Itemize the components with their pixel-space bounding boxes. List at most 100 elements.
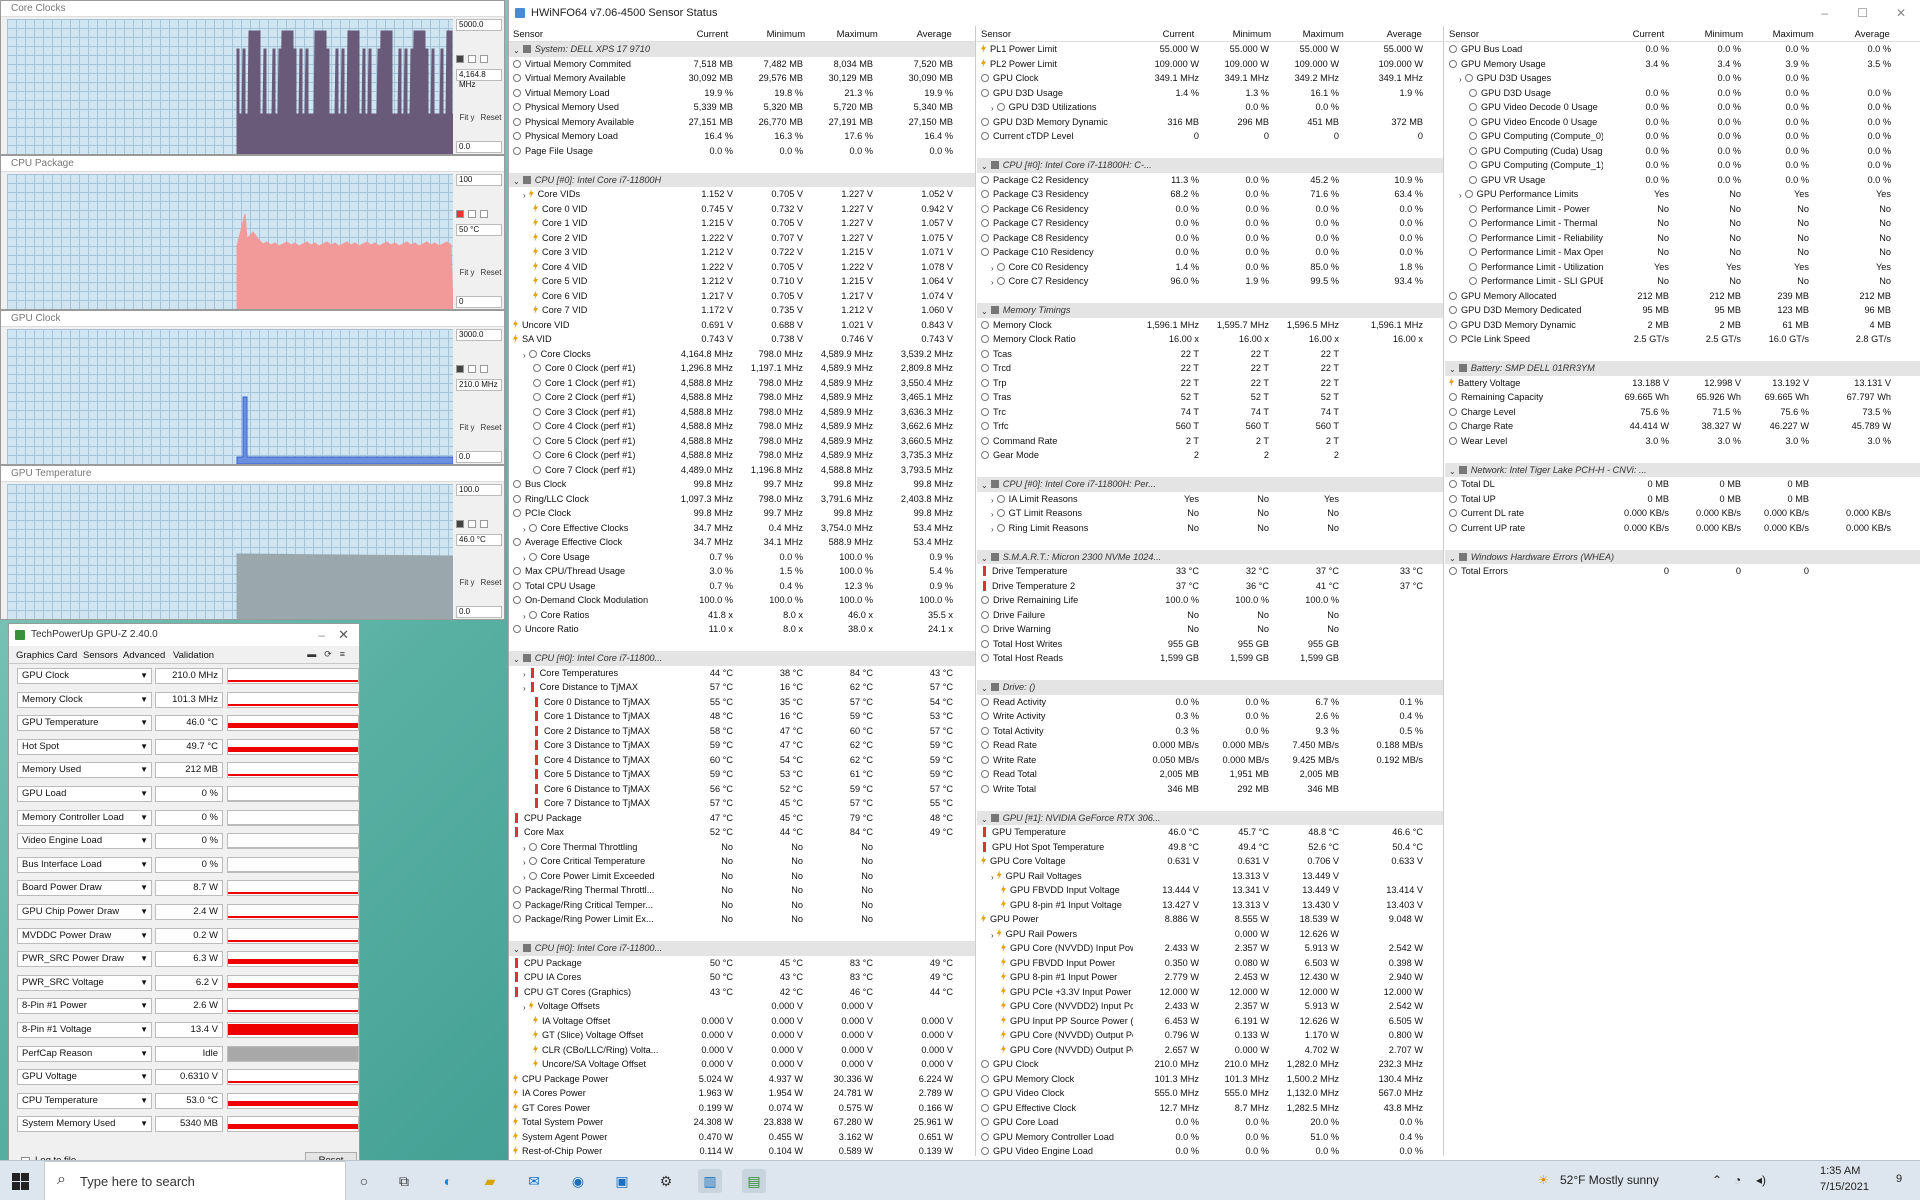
graph-color-swatch[interactable] — [480, 210, 488, 218]
taskbar-search[interactable]: ⌕ Type here to search — [44, 1161, 346, 1200]
sensor-group-header[interactable]: ⌄ Network: Intel Tiger Lake PCH-H - CNVi:… — [1445, 462, 1920, 477]
task-view-icon[interactable]: ⧉ — [392, 1169, 416, 1193]
sensor-row[interactable]: Tcas 22 T 22 T 22 T — [977, 347, 1443, 362]
sensor-row[interactable]: GT Cores Power 0.199 W 0.074 W 0.575 W 0.166… — [509, 1101, 975, 1116]
sensor-row[interactable]: Core 3 Clock (perf #1) 4,588.8 MHz 798.0 M… — [509, 405, 975, 420]
sensor-row[interactable]: › GPU D3D Utilizations 0.0 % 0.0 % — [977, 100, 1443, 115]
sensor-group-header[interactable]: ⌄ System: DELL XPS 17 9710 — [509, 42, 975, 57]
chevron-down-icon[interactable]: ▼ — [140, 693, 148, 707]
sensor-row[interactable]: › GT Limit Reasons No No No — [977, 506, 1443, 521]
mail-icon[interactable]: ✉ — [522, 1169, 546, 1193]
sensor-group-header[interactable]: ⌄ Drive: () — [977, 680, 1443, 695]
sensor-row[interactable]: GPU Core (NVVDD) Output Po... 2.657 W 0.00… — [977, 1043, 1443, 1058]
sensor-row[interactable]: Performance Limit - Power No No No No — [1445, 202, 1920, 217]
sensor-row[interactable]: Read Total 2,005 MB 1,951 MB 2,005 MB — [977, 767, 1443, 782]
header-minimum[interactable]: Minimum — [767, 29, 806, 40]
sensor-row[interactable]: GPU 8-pin #1 Input Power 2.779 W 2.453 W 12… — [977, 970, 1443, 985]
sensor-row[interactable]: Core 1 Clock (perf #1) 4,588.8 MHz 798.0 M… — [509, 376, 975, 391]
sensor-group-header[interactable]: ⌄ GPU [#1]: NVIDIA GeForce RTX 306... — [977, 810, 1443, 825]
fit-y-button[interactable]: Fit y — [456, 576, 478, 590]
sensor-row[interactable]: GPU D3D Usage 1.4 % 1.3 % 16.1 % 1.9 % — [977, 86, 1443, 101]
tray-overflow-icon[interactable]: ⌃ — [1712, 1173, 1722, 1187]
header-maximum[interactable]: Maximum — [1773, 29, 1814, 40]
sensor-row[interactable]: Core 4 Clock (perf #1) 4,588.8 MHz 798.0 M… — [509, 419, 975, 434]
reset-graph-button[interactable]: Reset — [480, 111, 502, 125]
sensor-row[interactable]: Total System Power 24.308 W 23.838 W 67.280… — [509, 1115, 975, 1130]
sensor-row[interactable]: Core 5 Clock (perf #1) 4,588.8 MHz 798.0 M… — [509, 434, 975, 449]
sensor-row[interactable]: GPU Video Encode 0 Usage 0.0 % 0.0 % 0.0 % 0… — [1445, 115, 1920, 130]
sensor-row[interactable]: › Core Power Limit Exceeded No No No — [509, 869, 975, 884]
sensor-row[interactable]: GPU Bus Load 0.0 % 0.0 % 0.0 % 0.0 % — [1445, 42, 1920, 57]
sensor-group-header[interactable]: ⌄ CPU [#0]: Intel Core i7-11800... — [509, 651, 975, 666]
sensor-row[interactable]: GPU Clock 349.1 MHz 349.1 MHz 349.2 MHz 349.… — [977, 71, 1443, 86]
sensor-row[interactable]: Core 5 Distance to TjMAX 59 °C 53 °C 61 °C 5… — [509, 767, 975, 782]
sensor-name[interactable]: PWR_SRC Power Draw ▼ — [17, 951, 152, 968]
sensor-row[interactable]: Page File Usage 0.0 % 0.0 % 0.0 % 0.0 % — [509, 144, 975, 159]
sensor-row[interactable]: CPU Package 47 °C 45 °C 79 °C 48 °C — [509, 811, 975, 826]
sensor-row[interactable]: Trp 22 T 22 T 22 T — [977, 376, 1443, 391]
graph-color-swatch[interactable] — [480, 365, 488, 373]
chevron-down-icon[interactable]: ▼ — [140, 1117, 148, 1131]
sensor-row[interactable]: Drive Warning No No No — [977, 622, 1443, 637]
chevron-down-icon[interactable]: ▼ — [140, 858, 148, 872]
sensor-row[interactable]: PL2 Power Limit 109.000 W 109.000 W 109.000… — [977, 57, 1443, 72]
graph-color-swatch[interactable] — [456, 365, 464, 373]
sensor-row[interactable]: GPU Clock 210.0 MHz 210.0 MHz 1,282.0 MHz 23… — [977, 1057, 1443, 1072]
graph-title[interactable]: Core Clocks — [1, 1, 504, 17]
sensor-row[interactable]: IA Cores Power 1.963 W 1.954 W 24.781 W 2.78… — [509, 1086, 975, 1101]
graph-color-swatch[interactable] — [480, 55, 488, 63]
sensor-row[interactable]: Drive Temperature 2 37 °C 36 °C 41 °C 37 °C — [977, 579, 1443, 594]
sensor-row[interactable]: Rest-of-Chip Power 0.114 W 0.104 W 0.589 W0… — [509, 1144, 975, 1156]
sensor-row[interactable]: Total Errors 0 0 0 — [1445, 564, 1920, 579]
reset-graph-button[interactable]: Reset — [480, 421, 502, 435]
sensor-group-header[interactable]: ⌄ Memory Timings — [977, 303, 1443, 318]
sensor-row[interactable]: IA Voltage Offset 0.000 V 0.000 V 0.000 V 0.… — [509, 1014, 975, 1029]
gpuz-toolbar-icons[interactable]: ▬⟳≡ — [307, 649, 353, 660]
weather-text[interactable]: 52°F Mostly sunny — [1560, 1173, 1659, 1187]
sensor-row[interactable]: Command Rate 2 T2 T2 T — [977, 434, 1443, 449]
sensor-row[interactable]: › GPU Rail Powers 0.000 W 12.626 W — [977, 927, 1443, 942]
sensor-row[interactable]: Total Host Reads 1,599 GB 1,599 GB 1,599 GB — [977, 651, 1443, 666]
sensor-row[interactable]: GPU FBVDD Input Power 0.350 W 0.080 W 6.503… — [977, 956, 1443, 971]
sensor-row[interactable]: › Core Clocks 4,164.8 MHz 798.0 MHz 4,589.9 … — [509, 347, 975, 362]
sensor-row[interactable]: Write Activity 0.3 % 0.0 % 2.6 % 0.4 % — [977, 709, 1443, 724]
sensor-row[interactable]: GPU D3D Memory Dynamic 2 MB 2 MB 61 MB 4 MB — [1445, 318, 1920, 333]
sensor-row[interactable]: GPU Hot Spot Temperature 49.8 °C 49.4 °C 52… — [977, 840, 1443, 855]
sensor-row[interactable]: Read Rate 0.000 MB/s 0.000 MB/s 7.450 MB/s 0… — [977, 738, 1443, 753]
sensor-row[interactable]: Read Activity 0.0 % 0.0 % 6.7 % 0.1 % — [977, 695, 1443, 710]
header-average[interactable]: Average — [917, 29, 952, 40]
sensor-group-header[interactable]: ⌄ CPU [#0]: Intel Core i7-11800H: C-... — [977, 158, 1443, 173]
sensor-row[interactable]: Physical Memory Load 16.4 % 16.3 % 17.6 % 16… — [509, 129, 975, 144]
sensor-row[interactable]: Core 1 VID 1.215 V 0.705 V 1.227 V 1.057 V — [509, 216, 975, 231]
sensor-row[interactable]: Core 2 Distance to TjMAX 58 °C 47 °C 60 °C 5… — [509, 724, 975, 739]
sensor-row[interactable]: Virtual Memory Available 30,092 MB 29,576 … — [509, 71, 975, 86]
sensor-row[interactable]: › Core Effective Clocks 34.7 MHz 0.4 MHz 3,7… — [509, 521, 975, 536]
sensor-row[interactable]: Core 7 Clock (perf #1) 4,489.0 MHz 1,196.8… — [509, 463, 975, 478]
sensor-row[interactable]: Charge Rate 44.414 W 38.327 W 46.227 W 45.78… — [1445, 419, 1920, 434]
sensor-row[interactable]: › Core Ratios 41.8 x 8.0 x 46.0 x 35.5 x — [509, 608, 975, 623]
sensor-row[interactable]: Core 2 Clock (perf #1) 4,588.8 MHz 798.0 M… — [509, 390, 975, 405]
sensor-row[interactable]: Performance Limit - Utilization Yes Yes Yes… — [1445, 260, 1920, 275]
sensor-row[interactable]: › Core Temperatures 44 °C 38 °C 84 °C 43 °C — [509, 666, 975, 681]
sensor-row[interactable]: On-Demand Clock Modulation 100.0 % 100.0 %… — [509, 593, 975, 608]
chevron-down-icon[interactable]: ▼ — [140, 1047, 148, 1061]
sensor-row[interactable]: GPU Temperature 46.0 °C 45.7 °C 48.8 °C 46.6… — [977, 825, 1443, 840]
hwinfo-taskbar-icon[interactable]: ▥ — [698, 1169, 722, 1193]
hwinfo-titlebar[interactable]: HWiNFO64 v7.06-4500 Sensor Status – ☐ ✕ — [509, 0, 1920, 26]
sensor-row[interactable]: › Ring Limit Reasons No No No — [977, 521, 1443, 536]
sensor-group-header[interactable]: ⌄ CPU [#0]: Intel Core i7-11800H — [509, 172, 975, 187]
sensor-row[interactable]: GPU Video Engine Load 0.0 % 0.0 % 0.0 % 0.0 … — [977, 1144, 1443, 1156]
sensor-row[interactable]: Core 6 VID 1.217 V 0.705 V 1.217 V 1.074 V — [509, 289, 975, 304]
sensor-name[interactable]: GPU Temperature ▼ — [17, 715, 152, 732]
sensor-group-header[interactable]: ⌄ CPU [#0]: Intel Core i7-11800... — [509, 941, 975, 956]
graph-title[interactable]: CPU Package — [1, 156, 504, 172]
sensor-row[interactable]: Total Activity 0.3 % 0.0 % 9.3 % 0.5 % — [977, 724, 1443, 739]
settings-icon[interactable]: ⚙ — [654, 1169, 678, 1193]
graph-color-swatch[interactable] — [456, 210, 464, 218]
sensor-row[interactable]: GPU Core Voltage 0.631 V 0.631 V 0.706 V 0.6… — [977, 854, 1443, 869]
sensor-row[interactable]: GPU Video Clock 555.0 MHz 555.0 MHz 1,132.0… — [977, 1086, 1443, 1101]
sensor-row[interactable]: Core 7 Distance to TjMAX 57 °C 45 °C 57 °C 5… — [509, 796, 975, 811]
chevron-down-icon[interactable]: ▼ — [140, 1094, 148, 1108]
sensor-row[interactable]: › GPU D3D Usages 0.0 % 0.0 % — [1445, 71, 1920, 86]
sensor-row[interactable]: PCIe Clock 99.8 MHz 99.7 MHz 99.8 MHz 99.8 M… — [509, 506, 975, 521]
